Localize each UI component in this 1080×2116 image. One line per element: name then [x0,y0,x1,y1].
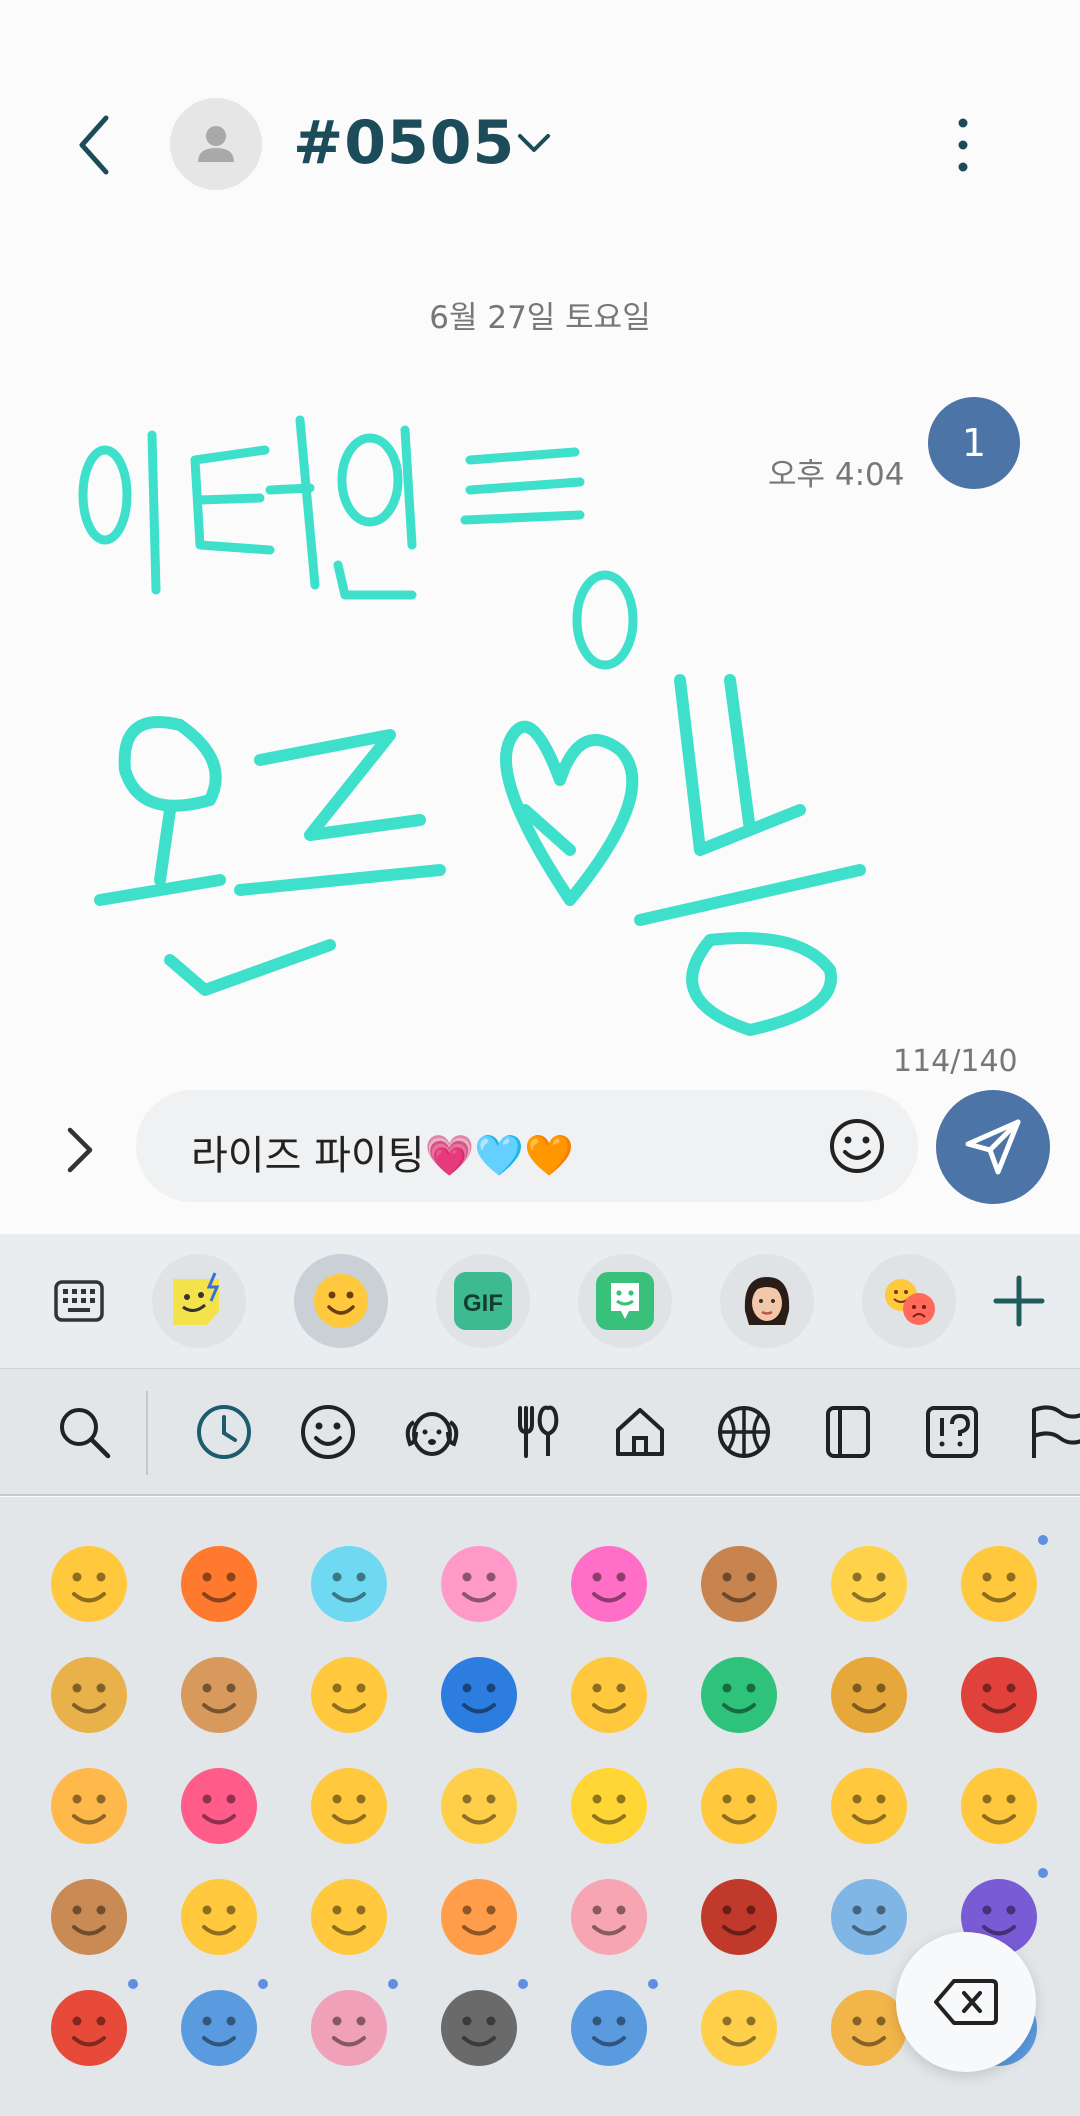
emoji-cell[interactable] [174,1761,264,1851]
places-icon[interactable] [610,1402,670,1462]
backspace-icon [934,1979,998,2025]
emoji-cell[interactable] [694,1872,784,1962]
keyboard-toolbar: GIF [0,1234,1080,1368]
gif-icon[interactable]: GIF [436,1254,530,1348]
emoji-cell[interactable] [304,1979,398,2073]
food-icon[interactable] [506,1402,566,1462]
emoji-icon[interactable] [294,1254,388,1348]
back-icon[interactable] [70,110,120,180]
search-icon[interactable] [54,1402,114,1462]
emoji-cell[interactable] [304,1539,394,1629]
emoji-cell[interactable] [44,1872,134,1962]
skin-tone-indicator [128,1979,138,1989]
emoji-cell[interactable] [824,1761,914,1851]
objects-icon[interactable] [818,1402,878,1462]
smileys-icon[interactable] [298,1402,358,1462]
symbols-icon[interactable] [922,1402,982,1462]
bitmoji-icon[interactable] [578,1254,672,1348]
person-icon [198,126,234,162]
contact-avatar[interactable] [170,98,262,190]
emoji-cell[interactable] [564,1650,654,1740]
skin-tone-indicator [388,1979,398,1989]
ar-emoji-avatar-icon[interactable] [720,1254,814,1348]
activities-icon[interactable] [714,1402,774,1462]
emoji-cell[interactable] [44,1761,134,1851]
emoji-cell[interactable] [954,1535,1048,1629]
emoji-cell[interactable] [174,1650,264,1740]
emoji-cell[interactable] [694,1761,784,1851]
unread-count-badge: 1 [928,397,1020,489]
mood-emoji-icon[interactable] [862,1254,956,1348]
category-divider [146,1391,148,1475]
flags-icon[interactable] [1026,1402,1080,1462]
skin-tone-indicator [258,1979,268,1989]
emoji-cell[interactable] [174,1539,264,1629]
send-button[interactable] [936,1090,1050,1204]
send-icon [965,1119,1021,1175]
keyboard-icon[interactable] [32,1254,126,1348]
message-input[interactable]: 라이즈 파이팅💗🩵🧡 [136,1090,918,1202]
emoji-cell[interactable] [564,1539,654,1629]
emoji-cell[interactable] [174,1979,268,2073]
smiley-icon[interactable] [828,1117,886,1175]
emoji-cell[interactable] [434,1539,524,1629]
skin-tone-indicator [1038,1535,1048,1545]
conversation-header: #0505 [0,0,1080,260]
backspace-button[interactable] [896,1932,1036,2072]
animals-icon[interactable] [402,1402,462,1462]
add-icon[interactable] [972,1254,1066,1348]
gif-label: GIF [463,1290,503,1317]
emoji-cell[interactable] [44,1539,134,1629]
sticker-icon[interactable] [152,1254,246,1348]
char-counter: 114/140 [893,1044,1018,1079]
emoji-cell[interactable] [824,1872,914,1962]
emoji-cell[interactable] [564,1872,654,1962]
emoji-cell[interactable] [694,1650,784,1740]
date-separator: 6월 27일 토요일 [429,300,651,336]
emoji-cell[interactable] [44,1650,134,1740]
recent-icon[interactable] [194,1402,254,1462]
skin-tone-indicator [518,1979,528,1989]
emoji-cell[interactable] [824,1539,914,1629]
emoji-cell[interactable] [954,1761,1044,1851]
skin-tone-indicator [648,1979,658,1989]
more-vertical-icon[interactable] [948,115,978,175]
emoji-cell[interactable] [44,1979,138,2073]
emoji-cell[interactable] [564,1761,654,1851]
emoji-cell[interactable] [694,1983,784,2073]
conversation-title[interactable]: #0505 [293,108,515,178]
emoji-cell[interactable] [434,1872,524,1962]
chevron-right-icon[interactable] [60,1124,100,1176]
emoji-cell[interactable] [434,1979,528,2073]
chevron-down-icon[interactable] [514,128,554,158]
emoji-category-bar [0,1368,1080,1496]
emoji-cell[interactable] [304,1761,394,1851]
emoji-cell[interactable] [564,1979,658,2073]
emoji-cell[interactable] [694,1539,784,1629]
emoji-cell[interactable] [954,1650,1044,1740]
skin-tone-indicator [1038,1868,1048,1878]
emoji-cell[interactable] [304,1872,394,1962]
emoji-cell[interactable] [434,1650,524,1740]
emoji-cell[interactable] [174,1872,264,1962]
emoji-cell[interactable] [434,1761,524,1851]
emoji-cell[interactable] [304,1650,394,1740]
message-input-text[interactable]: 라이즈 파이팅💗🩵🧡 [191,1123,574,1181]
handwriting-message[interactable] [60,380,900,1060]
emoji-cell[interactable] [824,1650,914,1740]
